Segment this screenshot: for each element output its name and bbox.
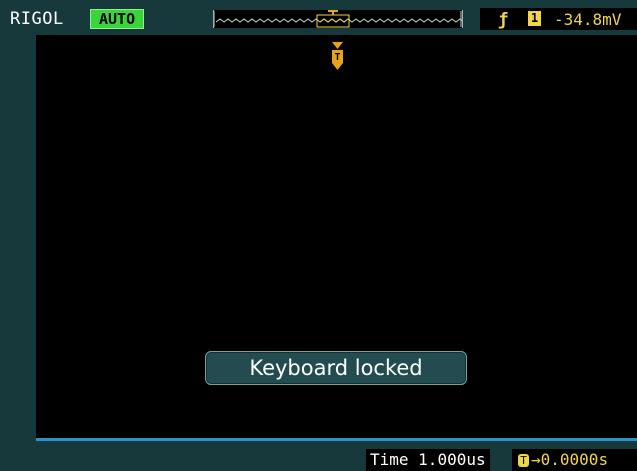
trigger-channel-badge: 1	[528, 11, 541, 26]
bottom-info-bar: Time 1.000us T →0.0000s	[0, 441, 637, 471]
trigger-offset-icon: T	[518, 454, 529, 467]
arrow-icon: →	[531, 450, 541, 469]
top-status-bar: RIGOL AUTO ƒ 1 -34.8mV	[0, 0, 637, 34]
horizontal-position-value: 0.0000s	[540, 450, 609, 469]
timebase-value: 1.000us	[418, 450, 486, 469]
trigger-position-marker-icon: T	[332, 42, 343, 70]
waveform-memory-bar	[213, 10, 489, 28]
keyboard-locked-message: Keyboard locked	[205, 351, 467, 385]
brand-label: RIGOL	[10, 9, 64, 29]
trigger-info: ƒ 1 -34.8mV	[480, 8, 637, 30]
run-status-badge: AUTO	[90, 9, 145, 29]
svg-text:T: T	[334, 52, 340, 63]
horizontal-position-readout: T →0.0000s	[512, 449, 637, 471]
time-label: Time	[370, 450, 409, 469]
oscilloscope-screen: RIGOL AUTO ƒ 1 -34.8mV T Keyboard locked…	[0, 0, 637, 471]
trigger-level: -34.8mV	[554, 10, 622, 29]
waveform-memory-icon	[213, 10, 489, 28]
timebase-readout: Time 1.000us	[366, 449, 490, 471]
rising-edge-icon: ƒ	[498, 10, 509, 30]
